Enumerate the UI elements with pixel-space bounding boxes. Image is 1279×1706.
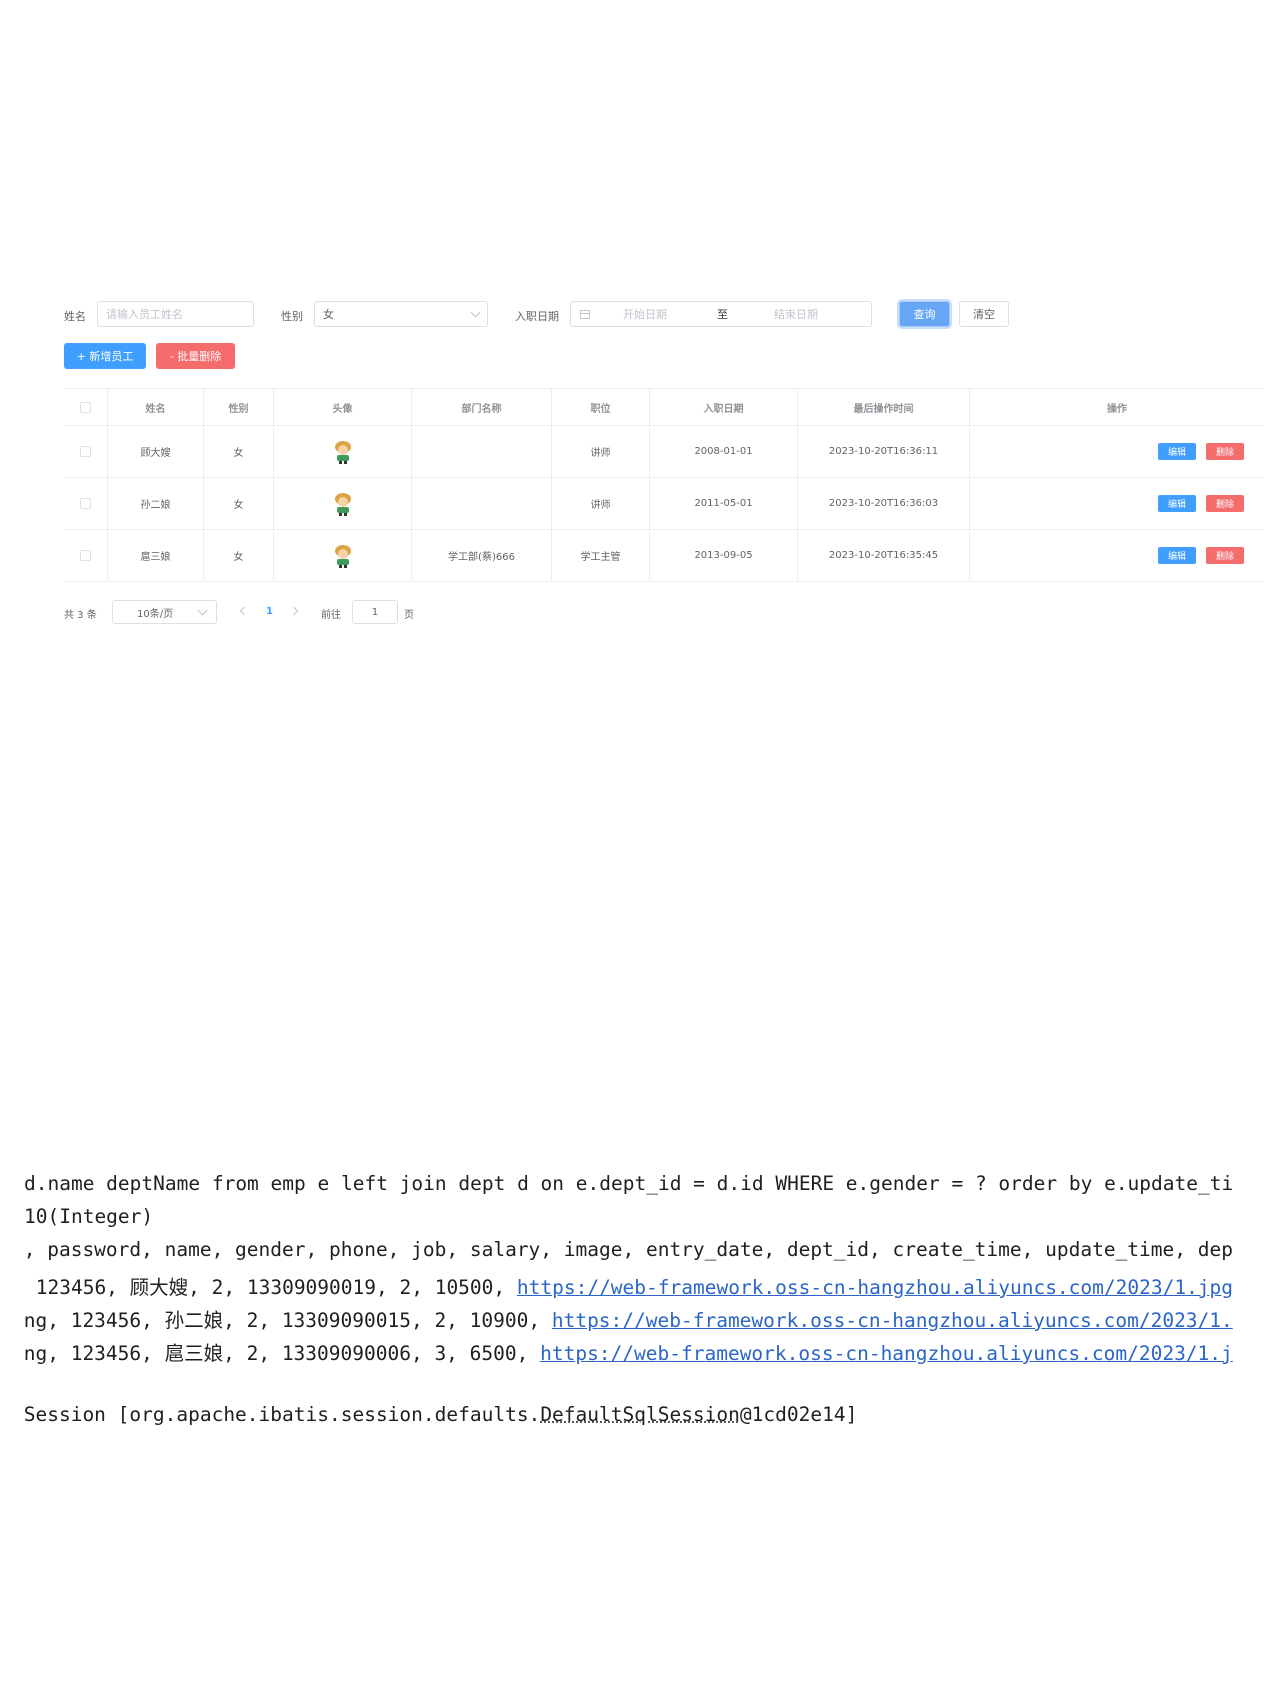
cell-job: 讲师	[552, 426, 650, 477]
header-updated: 最后操作时间	[798, 389, 970, 425]
console-line: 10(Integer)	[24, 1205, 154, 1228]
cell-entry-date: 2008-01-01	[650, 426, 798, 477]
edit-button[interactable]: 编辑	[1158, 443, 1196, 460]
avatar	[334, 544, 351, 568]
chevron-down-icon	[470, 307, 481, 317]
console-line: lSession [org.apache.ibatis.session.defa…	[24, 1403, 857, 1426]
add-employee-button[interactable]: + 新增员工	[64, 343, 146, 369]
start-date-input[interactable]: 开始日期	[623, 306, 667, 322]
cell-dept: 学工部(蔡)666	[412, 530, 552, 581]
console-text: lSession [org.apache.ibatis.session.defa…	[24, 1403, 541, 1426]
cell-dept	[412, 426, 552, 477]
table-row: 扈三娘 女 学工部(蔡)666 学工主管 2013-09-05 2023-10-…	[64, 530, 1264, 582]
gender-select-value: 女	[323, 308, 334, 321]
console-line: 123456, 顾大嫂, 2, 13309090019, 2, 10500, h…	[24, 1271, 1233, 1300]
cell-entry-date: 2013-09-05	[650, 530, 798, 581]
page-size-select[interactable]: 10条/页	[112, 600, 217, 624]
cell-updated: 2023-10-20T16:35:45	[798, 530, 970, 581]
console-line: :, password, name, gender, phone, job, s…	[24, 1238, 1233, 1261]
delete-button[interactable]: 删除	[1206, 547, 1244, 564]
console-text: ing, 123456, 扈三娘, 2, 13309090006, 3, 650…	[24, 1342, 541, 1365]
gender-select[interactable]: 女	[314, 301, 488, 327]
console-output: d.name deptName from emp e left join dep…	[24, 1172, 1279, 1432]
console-line: ing, 123456, 孙二娘, 2, 13309090015, 2, 109…	[24, 1304, 1233, 1333]
select-all-checkbox[interactable]	[80, 401, 91, 413]
page-size-value: 10条/页	[137, 608, 174, 620]
cell-gender: 女	[204, 530, 274, 581]
entry-date-range-picker[interactable]: 开始日期 至 结束日期	[570, 301, 872, 327]
pagination-total: 共 3 条	[64, 610, 97, 621]
page-number-current[interactable]: 1	[266, 606, 273, 617]
row-checkbox[interactable]	[80, 446, 91, 457]
cell-name: 扈三娘	[108, 530, 204, 581]
console-text: @1cd02e14]	[739, 1403, 858, 1426]
query-button[interactable]: 查询	[899, 301, 950, 327]
cell-updated: 2023-10-20T16:36:11	[798, 426, 970, 477]
console-line: d.name deptName from emp e left join dep…	[24, 1172, 1234, 1195]
calendar-icon	[580, 309, 590, 319]
cell-gender: 女	[204, 478, 274, 529]
page-unit-label: 页	[404, 610, 414, 621]
delete-button[interactable]: 删除	[1206, 495, 1244, 512]
prev-page-icon[interactable]	[239, 606, 249, 616]
cell-job: 讲师	[552, 478, 650, 529]
console-text: ing, 123456, 孙二娘, 2, 13309090015, 2, 109…	[24, 1309, 552, 1332]
batch-delete-button[interactable]: - 批量删除	[156, 343, 235, 369]
header-job: 职位	[552, 389, 650, 425]
cell-name: 顾大嫂	[108, 426, 204, 477]
class-reference[interactable]: DefaultSqlSession	[540, 1403, 740, 1426]
name-search-input[interactable]: 请输入员工姓名	[97, 301, 254, 327]
cell-gender: 女	[204, 426, 274, 477]
image-link[interactable]: https://web-framework.oss-cn-hangzhou.al…	[540, 1342, 1233, 1365]
name-label: 姓名	[64, 310, 86, 323]
image-link[interactable]: https://web-framework.oss-cn-hangzhou.al…	[552, 1309, 1233, 1332]
image-link[interactable]: https://web-framework.oss-cn-hangzhou.al…	[517, 1276, 1233, 1299]
edit-button[interactable]: 编辑	[1158, 495, 1196, 512]
gender-label: 性别	[281, 310, 303, 323]
table-row: 孙二娘 女 讲师 2011-05-01 2023-10-20T16:36:03 …	[64, 478, 1264, 530]
entry-date-label: 入职日期	[515, 310, 559, 323]
row-checkbox[interactable]	[80, 498, 91, 509]
goto-label: 前往	[321, 610, 341, 621]
header-avatar: 头像	[274, 389, 412, 425]
header-actions: 操作	[1107, 403, 1127, 415]
goto-page-value: 1	[371, 606, 379, 618]
header-gender: 性别	[204, 389, 274, 425]
cell-name: 孙二娘	[108, 478, 204, 529]
cell-updated: 2023-10-20T16:36:03	[798, 478, 970, 529]
edit-button[interactable]: 编辑	[1158, 547, 1196, 564]
name-search-placeholder: 请输入员工姓名	[106, 308, 183, 321]
date-range-separator: 至	[717, 308, 728, 321]
cell-entry-date: 2011-05-01	[650, 478, 798, 529]
delete-button[interactable]: 删除	[1206, 443, 1244, 460]
clear-button[interactable]: 清空	[959, 301, 1009, 327]
next-page-icon[interactable]	[289, 606, 299, 616]
console-text: 123456, 顾大嫂, 2, 13309090019, 2, 10500,	[24, 1276, 517, 1299]
cell-job: 学工主管	[552, 530, 650, 581]
end-date-input[interactable]: 结束日期	[774, 306, 818, 322]
table-row: 顾大嫂 女 讲师 2008-01-01 2023-10-20T16:36:11 …	[64, 426, 1264, 478]
avatar	[334, 492, 351, 516]
chevron-down-icon	[197, 605, 208, 615]
row-checkbox[interactable]	[80, 550, 91, 561]
screenshot: { "search": { "name_label": "姓名", "name_…	[0, 0, 1279, 1706]
header-dept: 部门名称	[412, 389, 552, 425]
avatar	[334, 440, 351, 464]
table-header-row: 姓名 性别 头像 部门名称 职位 入职日期 最后操作时间 操作	[64, 388, 1264, 426]
goto-page-input[interactable]: 1	[352, 600, 398, 624]
header-entry-date: 入职日期	[650, 389, 798, 425]
header-name: 姓名	[108, 389, 204, 425]
console-line: ing, 123456, 扈三娘, 2, 13309090006, 3, 650…	[24, 1337, 1233, 1366]
cell-dept	[412, 478, 552, 529]
employee-table: 姓名 性别 头像 部门名称 职位 入职日期 最后操作时间 操作 顾大嫂 女 讲师…	[64, 388, 1264, 582]
